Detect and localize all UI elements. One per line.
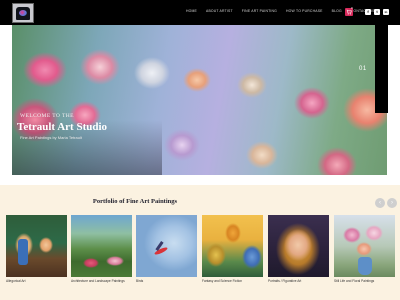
portfolio-item-still-life[interactable] bbox=[334, 215, 395, 277]
portfolio-label-allegorical[interactable]: Allegorical Art bbox=[6, 279, 26, 283]
nav-home[interactable]: HOME bbox=[186, 9, 197, 13]
portfolio-title: Portfolio of Fine Art Paintings bbox=[92, 198, 178, 205]
chevron-right-icon: › bbox=[391, 200, 393, 206]
hero-welcome-text: WELCOME TO THE bbox=[20, 113, 74, 119]
linkedin-icon[interactable]: in bbox=[383, 9, 389, 15]
painting-figure bbox=[18, 239, 28, 265]
portfolio-label-portraits[interactable]: Portraits / Figurative Art bbox=[268, 279, 301, 283]
logo-splash-graphic bbox=[19, 10, 27, 16]
portfolio-item-fantasy-scifi[interactable] bbox=[202, 215, 263, 277]
portfolio-item-birds[interactable] bbox=[136, 215, 197, 277]
portfolio-label-birds[interactable]: Birds bbox=[136, 279, 143, 283]
portfolio-label-fantasy[interactable]: Fantasy and Science Fiction bbox=[202, 279, 242, 283]
chevron-left-icon: ‹ bbox=[379, 200, 381, 206]
hero-subtitle: Fine Art Paintings by Maria Tetrault bbox=[20, 135, 82, 140]
portfolio-item-architecture-landscape[interactable] bbox=[71, 215, 132, 277]
twitter-icon[interactable]: t bbox=[374, 9, 380, 15]
hero-slider[interactable] bbox=[12, 25, 387, 175]
portfolio-label-architecture[interactable]: Architecture and Landscape Paintings bbox=[71, 279, 125, 283]
site-logo[interactable] bbox=[12, 3, 34, 23]
nav-how-to-purchase[interactable]: HOW TO PURCHASE bbox=[286, 9, 323, 13]
painting-vase bbox=[358, 257, 372, 275]
nav-blog[interactable]: BLOG bbox=[332, 9, 342, 13]
nav-fine-art-painting[interactable]: FINE ART PAINTING bbox=[242, 9, 277, 13]
portfolio-prev-button[interactable]: ‹ bbox=[375, 198, 385, 208]
nav-contact-us[interactable]: CONTACT US bbox=[351, 9, 375, 13]
nav-about-artist[interactable]: ABOUT ARTIST bbox=[206, 9, 233, 13]
hero-side-strip bbox=[375, 25, 388, 113]
hero-title: Tetrault Art Studio bbox=[17, 121, 108, 133]
slide-counter: 01 bbox=[359, 66, 367, 72]
site-header: HOME ABOUT ARTIST FINE ART PAINTING HOW … bbox=[0, 0, 400, 25]
portfolio-item-portraits[interactable] bbox=[268, 215, 329, 277]
portfolio-next-button[interactable]: › bbox=[387, 198, 397, 208]
portfolio-label-still-life[interactable]: Still Life and Floral Paintings bbox=[334, 279, 374, 283]
facebook-icon[interactable]: f bbox=[365, 9, 371, 15]
portfolio-item-allegorical-art[interactable] bbox=[6, 215, 67, 277]
cart-count-badge: 0 bbox=[351, 6, 353, 10]
